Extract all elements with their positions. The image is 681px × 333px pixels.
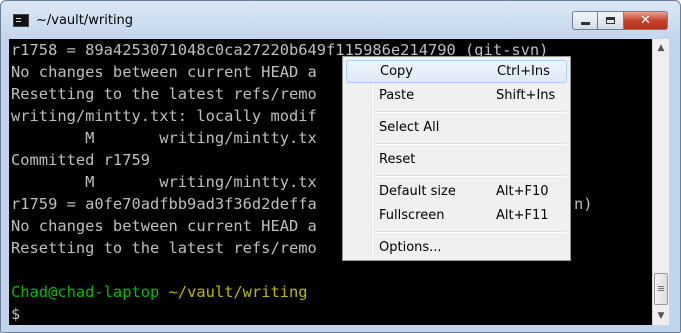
terminal-line: M writing/mintty.tx	[11, 129, 317, 147]
menu-separator	[375, 175, 566, 177]
menu-item-label: Reset	[379, 152, 416, 167]
menu-item-label: Default size	[379, 184, 456, 199]
terminal-app-icon[interactable]	[13, 14, 29, 27]
menu-item-label: Paste	[379, 88, 415, 103]
prompt-path: ~/vault/writing	[168, 283, 308, 301]
window-title: ~/vault/writing	[36, 13, 134, 28]
menu-item-label: Copy	[380, 64, 413, 79]
prompt-line: Chad@chad-laptop ~/vault/writing	[11, 281, 308, 303]
terminal-line: Resetting to the latest refs/remo	[11, 239, 317, 257]
menu-item-accelerator: Alt+F10	[496, 184, 549, 199]
terminal-line: Resetting to the latest refs/remo	[11, 85, 317, 103]
terminal-line-tail: n)	[574, 195, 593, 213]
menu-item-copy[interactable]: Copy Ctrl+Ins	[346, 60, 567, 83]
prompt-symbol: $	[11, 305, 21, 323]
context-menu: Copy Ctrl+Ins Paste Shift+Ins Select All…	[342, 56, 571, 261]
maximize-button[interactable]	[598, 11, 624, 30]
vertical-scrollbar[interactable]: ▲ ▼	[652, 39, 669, 325]
caption-buttons: ✕	[572, 11, 668, 31]
menu-item-reset[interactable]: Reset	[346, 148, 567, 171]
menu-item-accelerator: Shift+Ins	[496, 88, 556, 103]
menu-item-options[interactable]: Options...	[346, 236, 567, 259]
terminal-line: r1759 = a0fe70adfbb9ad3f36d2deffa	[11, 195, 317, 213]
title-bar[interactable]: ~/vault/writing ✕	[1, 1, 680, 39]
mintty-window: ~/vault/writing ✕ r1758 = 89a4253071048c…	[0, 0, 681, 333]
menu-item-label: Select All	[379, 120, 440, 135]
menu-item-fullscreen[interactable]: Fullscreen Alt+F11	[346, 204, 567, 227]
menu-item-label: Options...	[379, 240, 442, 255]
menu-separator	[375, 231, 566, 233]
minimize-icon	[580, 22, 590, 25]
scroll-up-arrow-icon[interactable]: ▲	[653, 40, 669, 56]
scroll-down-arrow-icon[interactable]: ▼	[653, 308, 669, 324]
menu-separator	[375, 111, 566, 113]
menu-item-select-all[interactable]: Select All	[346, 116, 567, 139]
close-icon: ✕	[640, 13, 651, 28]
close-button[interactable]: ✕	[624, 11, 668, 30]
scrollbar-thumb[interactable]	[654, 273, 668, 305]
terminal-line: writing/mintty.txt: locally modif	[11, 107, 317, 125]
menu-item-label: Fullscreen	[379, 208, 445, 223]
minimize-button[interactable]	[572, 11, 598, 30]
menu-item-accelerator: Alt+F11	[496, 208, 549, 223]
terminal-line: Committed r1759	[11, 151, 150, 169]
menu-separator	[375, 143, 566, 145]
terminal-line: M writing/mintty.tx	[11, 173, 317, 191]
menu-item-accelerator: Ctrl+Ins	[497, 64, 550, 79]
terminal-line: No changes between current HEAD a	[11, 63, 317, 81]
menu-item-paste[interactable]: Paste Shift+Ins	[346, 84, 567, 107]
maximize-icon	[606, 17, 615, 24]
prompt-user-host: Chad@chad-laptop	[11, 283, 160, 301]
terminal-line: No changes between current HEAD a	[11, 217, 317, 235]
menu-item-default-size[interactable]: Default size Alt+F10	[346, 180, 567, 203]
